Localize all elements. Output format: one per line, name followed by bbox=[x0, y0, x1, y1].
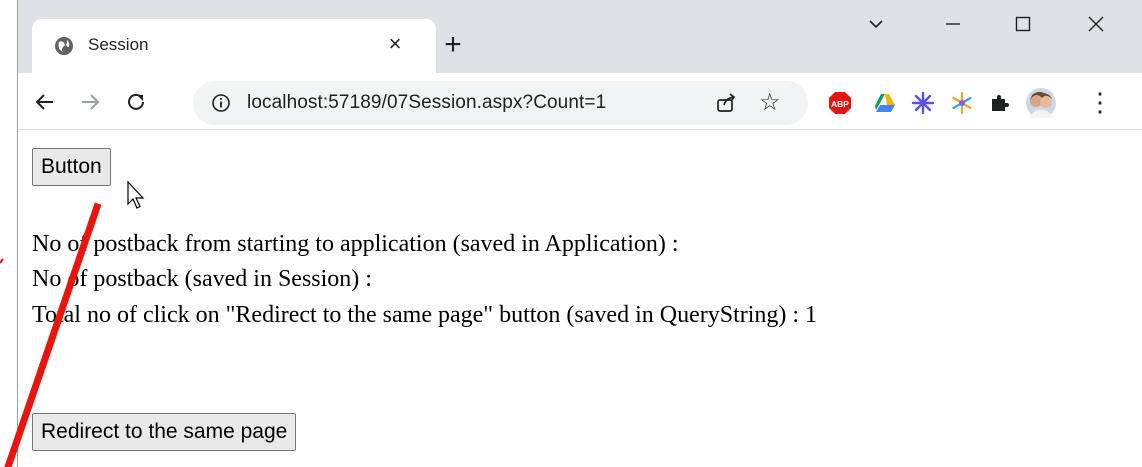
share-icon[interactable] bbox=[714, 91, 738, 115]
adblock-plus-icon[interactable]: ABP bbox=[828, 91, 852, 115]
info-icon[interactable] bbox=[211, 93, 231, 113]
maximize-icon bbox=[1015, 16, 1031, 32]
address-bar[interactable]: localhost:57189/07Session.aspx?Count=1 ☆ bbox=[193, 81, 808, 125]
close-window-button[interactable] bbox=[1076, 14, 1116, 50]
mouse-cursor-icon bbox=[127, 180, 145, 209]
arrow-right-icon bbox=[82, 94, 100, 110]
minimize-button[interactable] bbox=[933, 14, 973, 50]
globe-icon bbox=[55, 37, 73, 55]
close-icon bbox=[1088, 16, 1104, 32]
browser-menu-icon[interactable]: ⋮ bbox=[1085, 87, 1115, 117]
session-postback-text: No of postback (saved in Session) : bbox=[32, 266, 372, 292]
page-content: Button No of postback from starting to a… bbox=[18, 130, 1142, 467]
redirect-same-page-button[interactable]: Redirect to the same page bbox=[32, 413, 297, 451]
back-button[interactable] bbox=[30, 87, 60, 117]
chevron-down-icon bbox=[869, 20, 883, 29]
abp-label: ABP bbox=[831, 99, 849, 109]
tab-search-button[interactable] bbox=[856, 14, 896, 50]
profile-avatar[interactable] bbox=[1026, 88, 1056, 118]
tab-strip: Session × + bbox=[18, 0, 1142, 75]
application-postback-text: No of postback from starting to applicat… bbox=[32, 231, 679, 257]
browser-toolbar: localhost:57189/07Session.aspx?Count=1 ☆… bbox=[18, 73, 1142, 130]
postback-button[interactable]: Button bbox=[32, 148, 111, 186]
browser-window: Session × + localhost:57189/07Session.as… bbox=[17, 0, 1142, 467]
new-tab-button[interactable]: + bbox=[438, 30, 468, 60]
extension-snowflake-icon[interactable] bbox=[950, 91, 974, 115]
url-text[interactable]: localhost:57189/07Session.aspx?Count=1 bbox=[247, 92, 606, 114]
minimize-icon bbox=[946, 23, 960, 25]
reload-icon bbox=[128, 93, 144, 110]
reload-button[interactable] bbox=[121, 87, 151, 117]
tab-session[interactable]: Session × bbox=[32, 19, 436, 75]
bookmark-star-icon[interactable]: ☆ bbox=[759, 88, 781, 117]
querystring-click-text: Total no of click on "Redirect to the sa… bbox=[32, 302, 818, 328]
forward-button[interactable] bbox=[75, 87, 105, 117]
arrow-left-icon bbox=[35, 94, 53, 110]
google-drive-icon[interactable] bbox=[873, 91, 897, 115]
extensions-puzzle-icon[interactable] bbox=[988, 91, 1012, 115]
tab-close-icon[interactable]: × bbox=[382, 31, 408, 57]
maximize-button[interactable] bbox=[1003, 14, 1043, 50]
extension-burst-icon[interactable] bbox=[911, 91, 935, 115]
tab-title: Session bbox=[88, 35, 149, 54]
